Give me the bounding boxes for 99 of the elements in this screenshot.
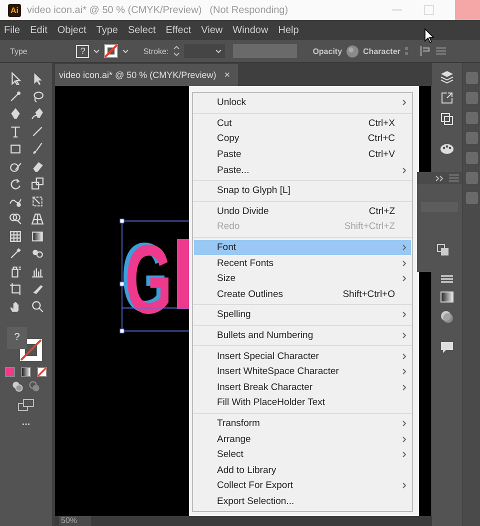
window-status: (Not Responding) xyxy=(210,4,288,16)
context-menu-item[interactable]: Copy Ctrl+C xyxy=(194,131,411,147)
context-menu-item[interactable]: Paste... xyxy=(194,162,411,178)
mouse-cursor-icon xyxy=(424,28,434,43)
context-menu-item[interactable]: Arrange xyxy=(194,431,411,447)
caret-icon[interactable] xyxy=(93,48,100,54)
comment-icon[interactable] xyxy=(440,341,454,354)
rectangle-icon[interactable] xyxy=(8,142,22,155)
stroke-weight-field[interactable] xyxy=(184,44,225,58)
context-menu-item[interactable]: Paste Ctrl+V xyxy=(194,146,411,162)
menu-item[interactable]: Type xyxy=(96,24,118,36)
context-menu-item[interactable]: Insert Special Character xyxy=(194,348,411,364)
selection-box[interactable] xyxy=(120,218,190,334)
context-menu-item[interactable]: Bullets and Numbering xyxy=(194,328,411,344)
menu-item[interactable]: Window xyxy=(232,24,268,36)
context-menu-item[interactable]: Font xyxy=(194,240,411,256)
blend-icon[interactable] xyxy=(30,247,44,260)
duplicate-icon[interactable] xyxy=(437,244,449,256)
line-icon[interactable] xyxy=(30,124,44,138)
artboard-icon[interactable] xyxy=(8,282,22,295)
style-field[interactable] xyxy=(232,44,297,58)
gradient-icon[interactable] xyxy=(440,291,454,303)
stroke-label: Stroke: xyxy=(143,46,169,56)
menu-item[interactable]: File xyxy=(4,24,20,36)
menu-item[interactable]: Effect xyxy=(166,24,192,36)
lasso-icon[interactable] xyxy=(30,90,44,102)
magnifier-icon[interactable] xyxy=(30,300,44,312)
context-menu-item[interactable]: Recent Fonts xyxy=(194,255,411,271)
artboards-icon[interactable] xyxy=(440,112,454,126)
screen-mode-icon[interactable] xyxy=(18,398,34,410)
type-tool-icon[interactable] xyxy=(8,124,22,138)
palette-icon[interactable] xyxy=(440,143,454,155)
context-menu-item[interactable]: Snap to Glyph [L] xyxy=(194,182,411,199)
context-menu-item[interactable]: Add to Library xyxy=(194,462,411,478)
window-title: video icon.ai* @ 50 % (CMYK/Preview) xyxy=(27,4,202,16)
transparency-icon[interactable] xyxy=(440,310,454,324)
context-menu-item[interactable]: Insert Break Character xyxy=(194,380,411,396)
menu-item[interactable]: Help xyxy=(278,24,299,36)
context-menu-item[interactable]: Cut Ctrl+X xyxy=(194,116,411,132)
layers-icon[interactable] xyxy=(440,70,454,84)
hand-icon[interactable] xyxy=(8,300,22,312)
menu-item[interactable]: Object xyxy=(57,24,86,36)
draw-mode-icon[interactable] xyxy=(12,380,23,392)
context-menu-item[interactable]: Fill With PlaceHolder Text xyxy=(194,395,411,411)
lines-icon[interactable] xyxy=(440,274,454,284)
export-icon[interactable] xyxy=(440,91,454,105)
eyedropper-icon[interactable] xyxy=(8,247,22,260)
mesh-icon[interactable] xyxy=(8,230,22,242)
pen-icon[interactable] xyxy=(8,107,22,120)
menu-item[interactable]: Edit xyxy=(30,24,48,36)
letter-stem-artwork xyxy=(177,239,189,309)
brush-icon[interactable] xyxy=(30,142,44,155)
wand-icon[interactable] xyxy=(8,90,22,102)
eraser-icon[interactable] xyxy=(30,160,44,172)
opacity-link[interactable]: Opacity xyxy=(312,46,342,56)
app-logo: Ai xyxy=(8,4,21,16)
context-menu-item[interactable]: Export Selection... xyxy=(194,494,411,510)
fill-swatch[interactable]: ? xyxy=(76,44,90,58)
menu-item[interactable]: View xyxy=(201,24,223,36)
perspective-grid-icon[interactable] xyxy=(30,212,44,225)
close-tab-button[interactable]: × xyxy=(224,70,230,80)
menu-item[interactable]: Select xyxy=(128,24,156,36)
context-menu-item[interactable]: Select xyxy=(194,446,411,462)
panel-menu-icon[interactable] xyxy=(449,174,459,182)
context-menu-item[interactable]: Undo Divide Ctrl+Z xyxy=(194,204,411,220)
context-menu-item[interactable]: Collect For Export xyxy=(194,478,411,494)
character-link[interactable]: Character xyxy=(363,46,400,56)
rotate-icon[interactable] xyxy=(8,177,22,190)
curved-pen-icon[interactable] xyxy=(30,107,44,120)
stroke-swatch[interactable] xyxy=(104,44,118,58)
caret-icon[interactable] xyxy=(214,48,222,54)
none-swatch[interactable] xyxy=(37,366,47,376)
stroke-swatch[interactable] xyxy=(20,338,42,360)
spinner-icon[interactable] xyxy=(172,45,180,57)
selection-type-label: Type xyxy=(10,46,28,56)
context-menu-item[interactable]: Insert WhiteSpace Character xyxy=(194,364,411,380)
draw-mode-icon[interactable] xyxy=(29,380,40,392)
gradient-icon[interactable] xyxy=(30,230,44,242)
context-menu-item[interactable]: Create Outlines Shift+Ctrl+O xyxy=(194,286,411,302)
scale-icon[interactable] xyxy=(30,177,44,190)
globe-icon[interactable] xyxy=(346,44,360,58)
collapse-icon[interactable] xyxy=(435,174,444,182)
color-swatch[interactable] xyxy=(5,366,15,376)
align-icon[interactable] xyxy=(404,45,432,57)
caret-icon[interactable] xyxy=(122,48,130,54)
context-menu-item[interactable]: Unlock xyxy=(194,95,411,111)
more-tools-button[interactable]: ... xyxy=(22,416,30,428)
document-tab[interactable]: video icon.ai* @ 50 % (CMYK/Preview) × xyxy=(55,64,238,86)
context-menu-item[interactable]: Spelling xyxy=(194,307,411,323)
arrow-pointer-icon[interactable] xyxy=(8,72,22,85)
fill-swatch[interactable]: ? xyxy=(7,326,27,348)
menu-icon[interactable] xyxy=(436,47,446,55)
context-menu-item[interactable]: Size xyxy=(194,270,411,287)
shape-builder-icon[interactable] xyxy=(8,212,22,225)
context-menu-item[interactable]: Transform xyxy=(194,416,411,432)
zoom-field[interactable]: 50% xyxy=(59,516,92,526)
free-transform-icon[interactable] xyxy=(30,194,44,208)
spray-can-icon[interactable] xyxy=(8,264,22,278)
gradient-swatch[interactable] xyxy=(21,366,31,376)
